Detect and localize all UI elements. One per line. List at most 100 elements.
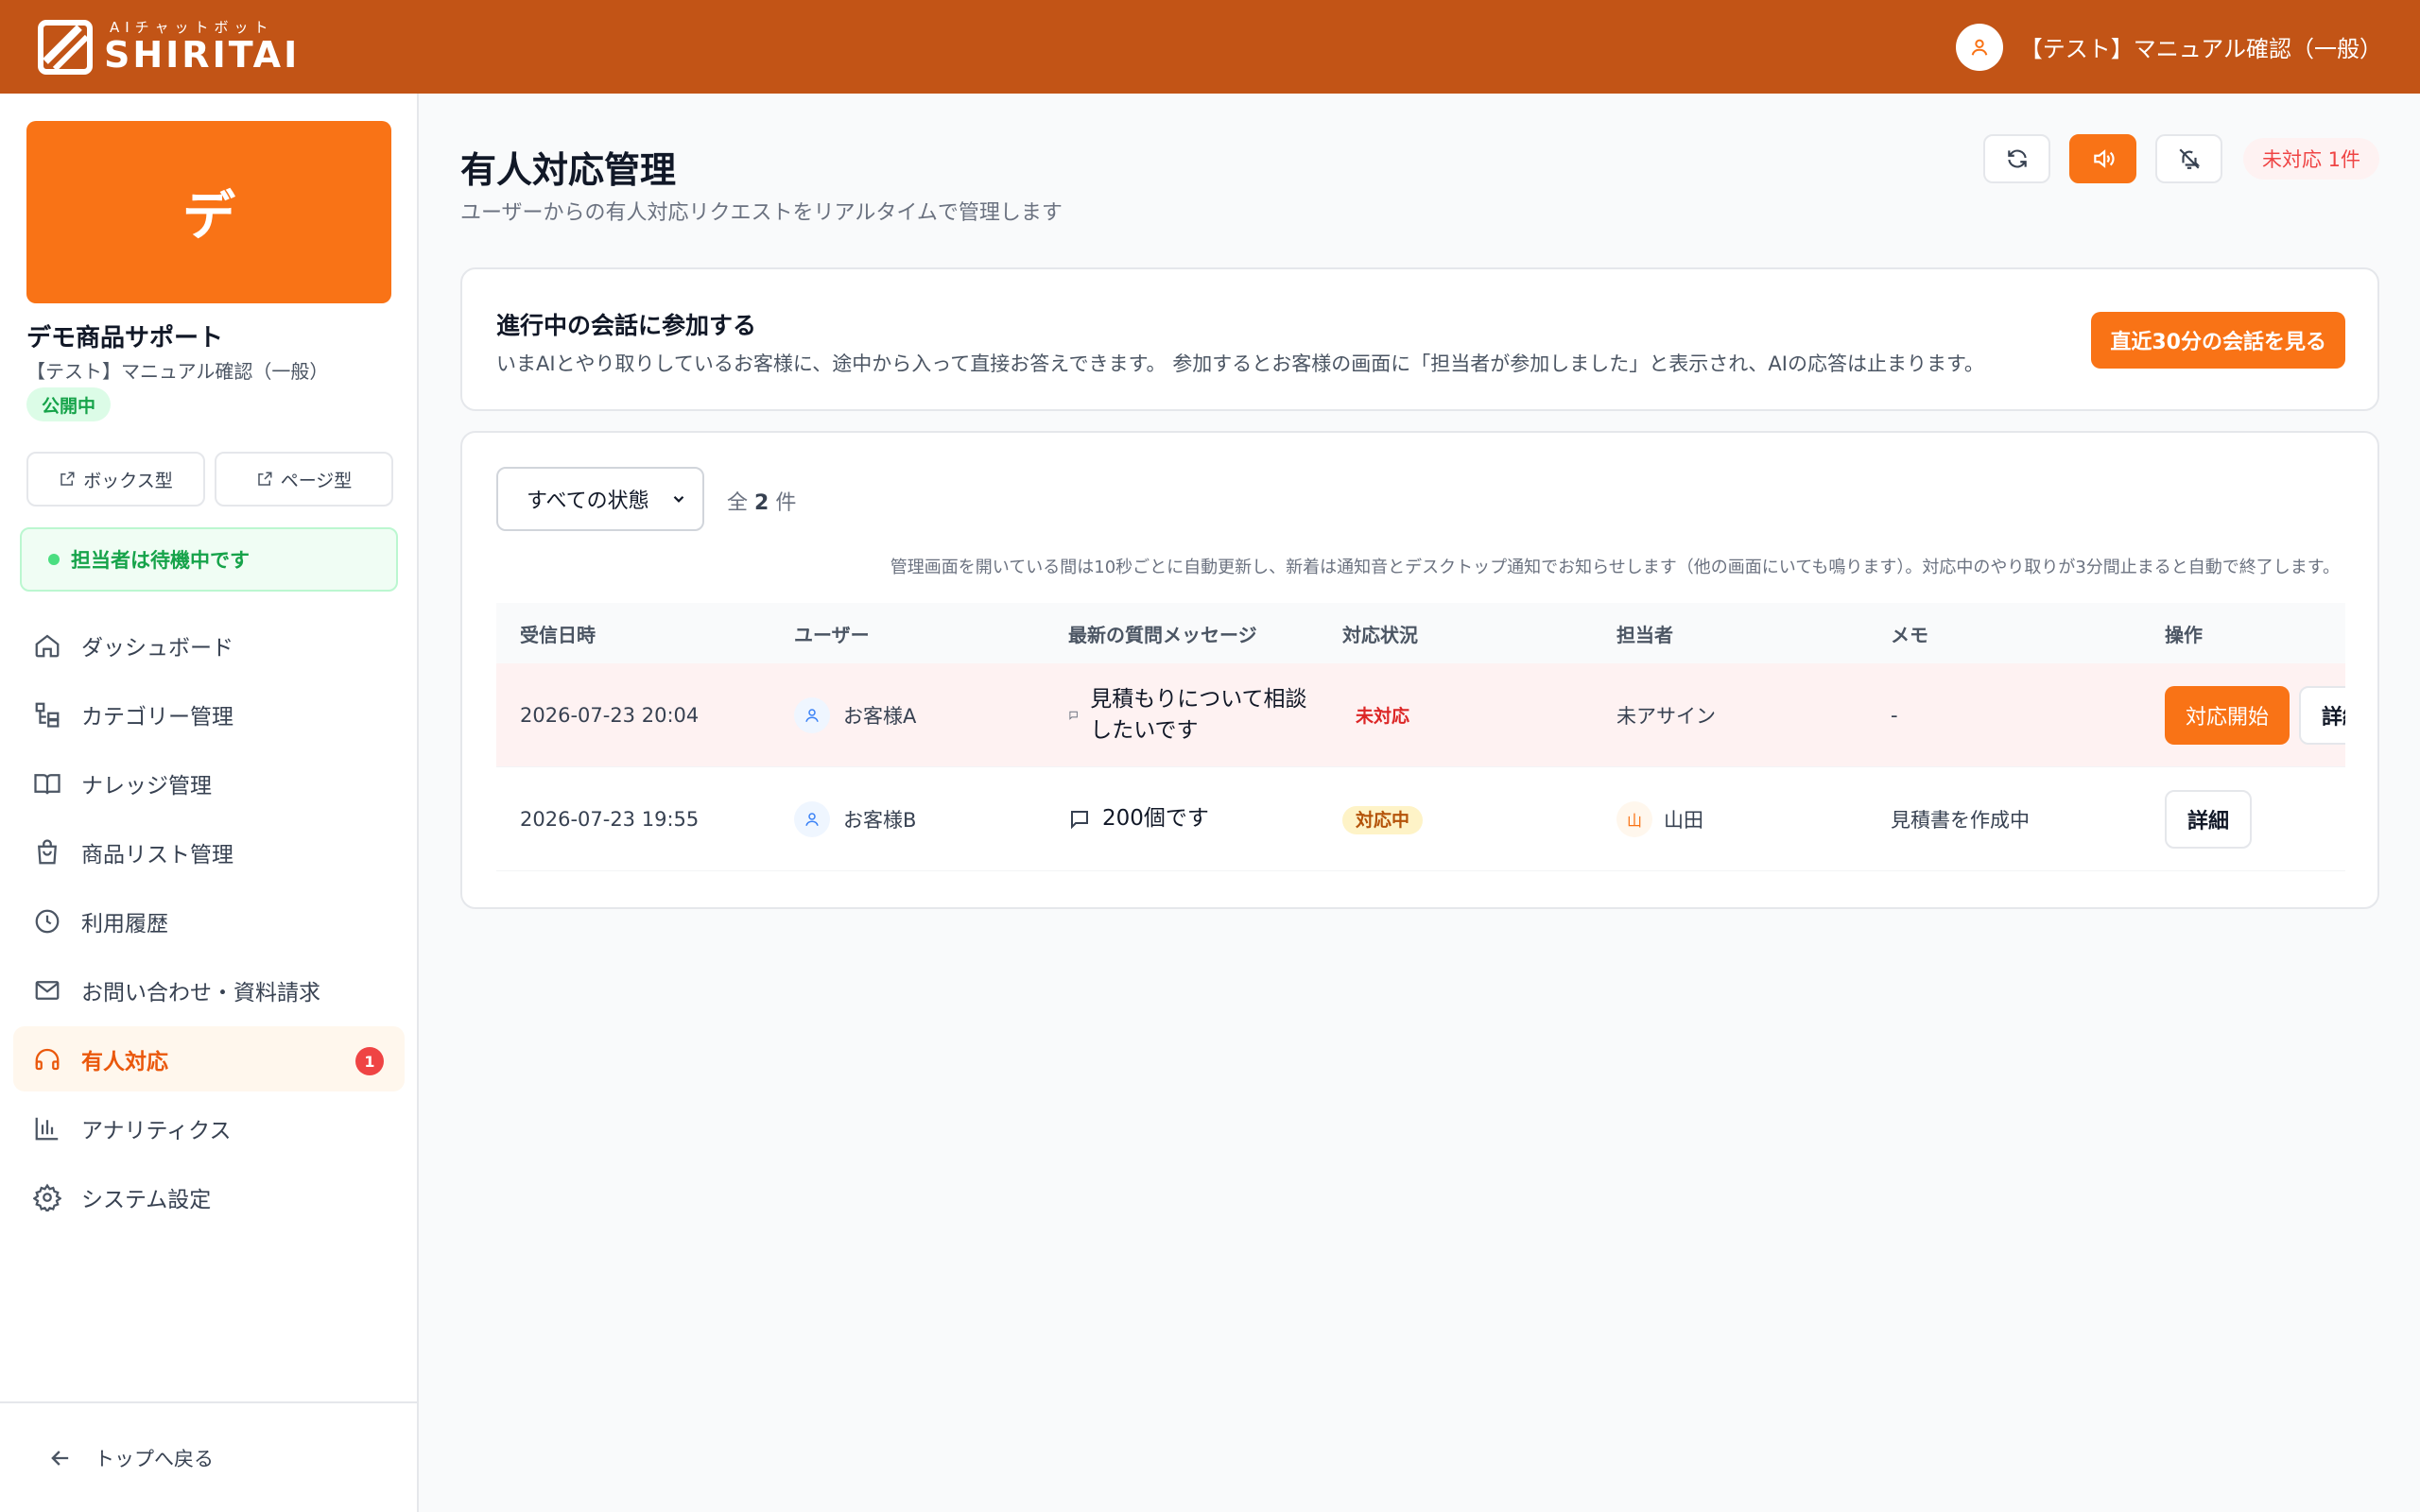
table-row[interactable]: 2026-07-23 19:55 お客様B 200個です 対応中 山 山田 見積… [496,767,2345,871]
join-conversation-card: 進行中の会話に参加する いまAIとやり取りしているお客様に、途中から入って直接お… [460,267,2379,411]
top-bar: AIチャットボット SHIRITAI 【テスト】マニュアル確認（一般） [0,0,2420,94]
latest-message: 見積もりについて相談したいです [1090,687,1307,743]
table-row[interactable]: 2026-07-23 20:04 お客様A 見積もりについて相談したいです 未対… [496,663,2345,767]
book-icon [34,773,60,794]
detail-button[interactable]: 詳細 [2299,685,2345,745]
column-header: 担当者 [1616,623,1673,646]
requests-table: 受信日時 ユーザー 最新の質問メッセージ 対応状況 担当者 メモ 操作 2026… [496,603,2345,871]
total-suffix: 件 [775,491,797,515]
shop-name: デモ商品サポート [26,324,224,352]
memo: 見積書を作成中 [1891,808,2030,832]
back-to-top-link[interactable]: トップへ戻る [0,1401,417,1512]
status-filter-value: すべての状態 [527,490,649,513]
app-logo[interactable]: AIチャットボット SHIRITAI [38,19,300,75]
arrow-left-icon [51,1450,69,1466]
sidebar-item-live-support[interactable]: 有人対応 1 [13,1026,405,1091]
latest-message: 200個です [1102,806,1209,832]
message-cell: 200個です [1045,803,1319,833]
sidebar-item-label: ダッシュボード [81,635,233,661]
request-list-card: すべての状態 全 2 件 管理画面を開いている間は10秒ごとに自動更新し、新着は… [460,431,2379,909]
join-description: いまAIとやり取りしているお客様に、途中から入って直接お答えできます。 参加する… [496,352,1984,375]
external-link-icon [60,472,75,486]
sidebar-item-label: ナレッジ管理 [81,773,212,799]
assignee-cell: 山 山田 [1593,800,1867,837]
shop-banner: デ [26,121,391,303]
external-link-icon [257,472,272,486]
status-filter-select[interactable]: すべての状態 [496,467,704,531]
page-title: 有人対応管理 [460,149,677,191]
actions-cell: 対応開始 詳細 [2141,685,2345,745]
bar-chart-icon [35,1117,59,1140]
actions-cell: 詳細 [2141,789,2345,849]
message-icon [1069,711,1078,720]
staff-status-label: 担当者は待機中です [71,549,250,572]
logo-mark-icon [38,19,93,75]
sidebar-item-label: システム設定 [81,1187,212,1212]
received-time: 2026-07-23 19:55 [520,807,700,831]
sidebar-item-dashboard[interactable]: ダッシュボード [13,612,405,678]
page-type-button[interactable]: ページ型 [215,452,393,507]
sidebar-item-history[interactable]: 利用履歴 [13,888,405,954]
sound-toggle-button[interactable] [2069,134,2136,183]
refresh-button[interactable] [1983,134,2050,183]
view-recent-conversations-button[interactable]: 直近30分の会話を見る [2091,312,2345,369]
user-icon [805,812,819,826]
status-badge: 未対応 [1342,702,1424,730]
public-status-badge: 公開中 [26,387,112,421]
sidebar-item-label: カテゴリー管理 [81,704,233,730]
column-header: メモ [1891,623,1928,646]
user-cell: お客様A [770,696,1045,733]
memo: - [1891,703,1898,727]
sidebar-item-products[interactable]: 商品リスト管理 [13,819,405,885]
message-cell: 見積もりについて相談したいです [1045,684,1319,745]
user-menu[interactable]: 【テスト】マニュアル確認（一般） [1955,23,2382,71]
total-count: 全 2 件 [727,486,796,516]
pending-count-pill: 未対応 1件 [2243,138,2380,180]
status-cell: 未対応 [1319,702,1593,730]
shop-banner-initial: デ [182,186,235,248]
sidebar-item-categories[interactable]: カテゴリー管理 [13,681,405,747]
assignee: 山田 [1664,808,1703,832]
join-title: 進行中の会話に参加する [496,312,757,339]
sidebar: デ デモ商品サポート 【テスト】マニュアル確認（一般） 公開中 ボックス型 ペー… [0,94,419,1512]
mail-icon [35,980,60,1000]
category-icon [35,702,60,728]
box-type-button[interactable]: ボックス型 [26,452,205,507]
clock-icon [35,909,60,933]
column-header: ユーザー [794,623,870,646]
gear-icon [33,1182,61,1211]
shop-account: 【テスト】マニュアル確認（一般） [26,360,329,383]
chevron-down-icon [673,495,684,503]
received-time: 2026-07-23 20:04 [520,703,700,727]
start-support-button[interactable]: 対応開始 [2165,685,2290,745]
status-badge: 対応中 [1342,806,1424,834]
logo-subtitle: AIチャットボット [110,19,274,36]
user-avatar [794,800,830,837]
box-type-label: ボックス型 [83,470,173,491]
page-type-label: ページ型 [280,470,353,491]
sidebar-item-analytics[interactable]: アナリティクス [13,1095,405,1160]
main-content: 有人対応管理 ユーザーからの有人対応リクエストをリアルタイムで管理します 未対応… [419,94,2420,1512]
user-cell: お客様B [770,800,1045,837]
column-header: 受信日時 [520,623,596,646]
sidebar-item-knowledge[interactable]: ナレッジ管理 [13,750,405,816]
detail-button[interactable]: 詳細 [2165,789,2253,849]
desktop-notification-button[interactable] [2155,134,2222,183]
home-icon [35,634,60,657]
auto-refresh-notice: 管理画面を開いている間は10秒ごとに自動更新し、新着は通知音とデスクトップ通知で… [890,558,2340,577]
sidebar-item-settings[interactable]: システム設定 [13,1164,405,1229]
column-header: 操作 [2165,623,2203,646]
message-icon [1071,810,1088,829]
refresh-icon [2007,149,2027,168]
user-avatar [794,696,830,733]
sidebar-item-label: お問い合わせ・資料請求 [81,980,320,1005]
column-header: 対応状況 [1342,623,1418,646]
staff-status: 担当者は待機中です [20,527,398,592]
user-name: お客様B [843,808,917,832]
headset-icon [35,1048,60,1070]
sidebar-nav: ダッシュボード カテゴリー管理 ナレッジ管理 商品リスト管理 利用履歴 お問い合… [13,612,405,1233]
sidebar-item-inquiries[interactable]: お問い合わせ・資料請求 [13,957,405,1022]
back-to-top-label: トップへ戻る [95,1447,214,1470]
sidebar-item-label: 有人対応 [81,1049,168,1074]
user-name: お客様A [843,704,917,728]
